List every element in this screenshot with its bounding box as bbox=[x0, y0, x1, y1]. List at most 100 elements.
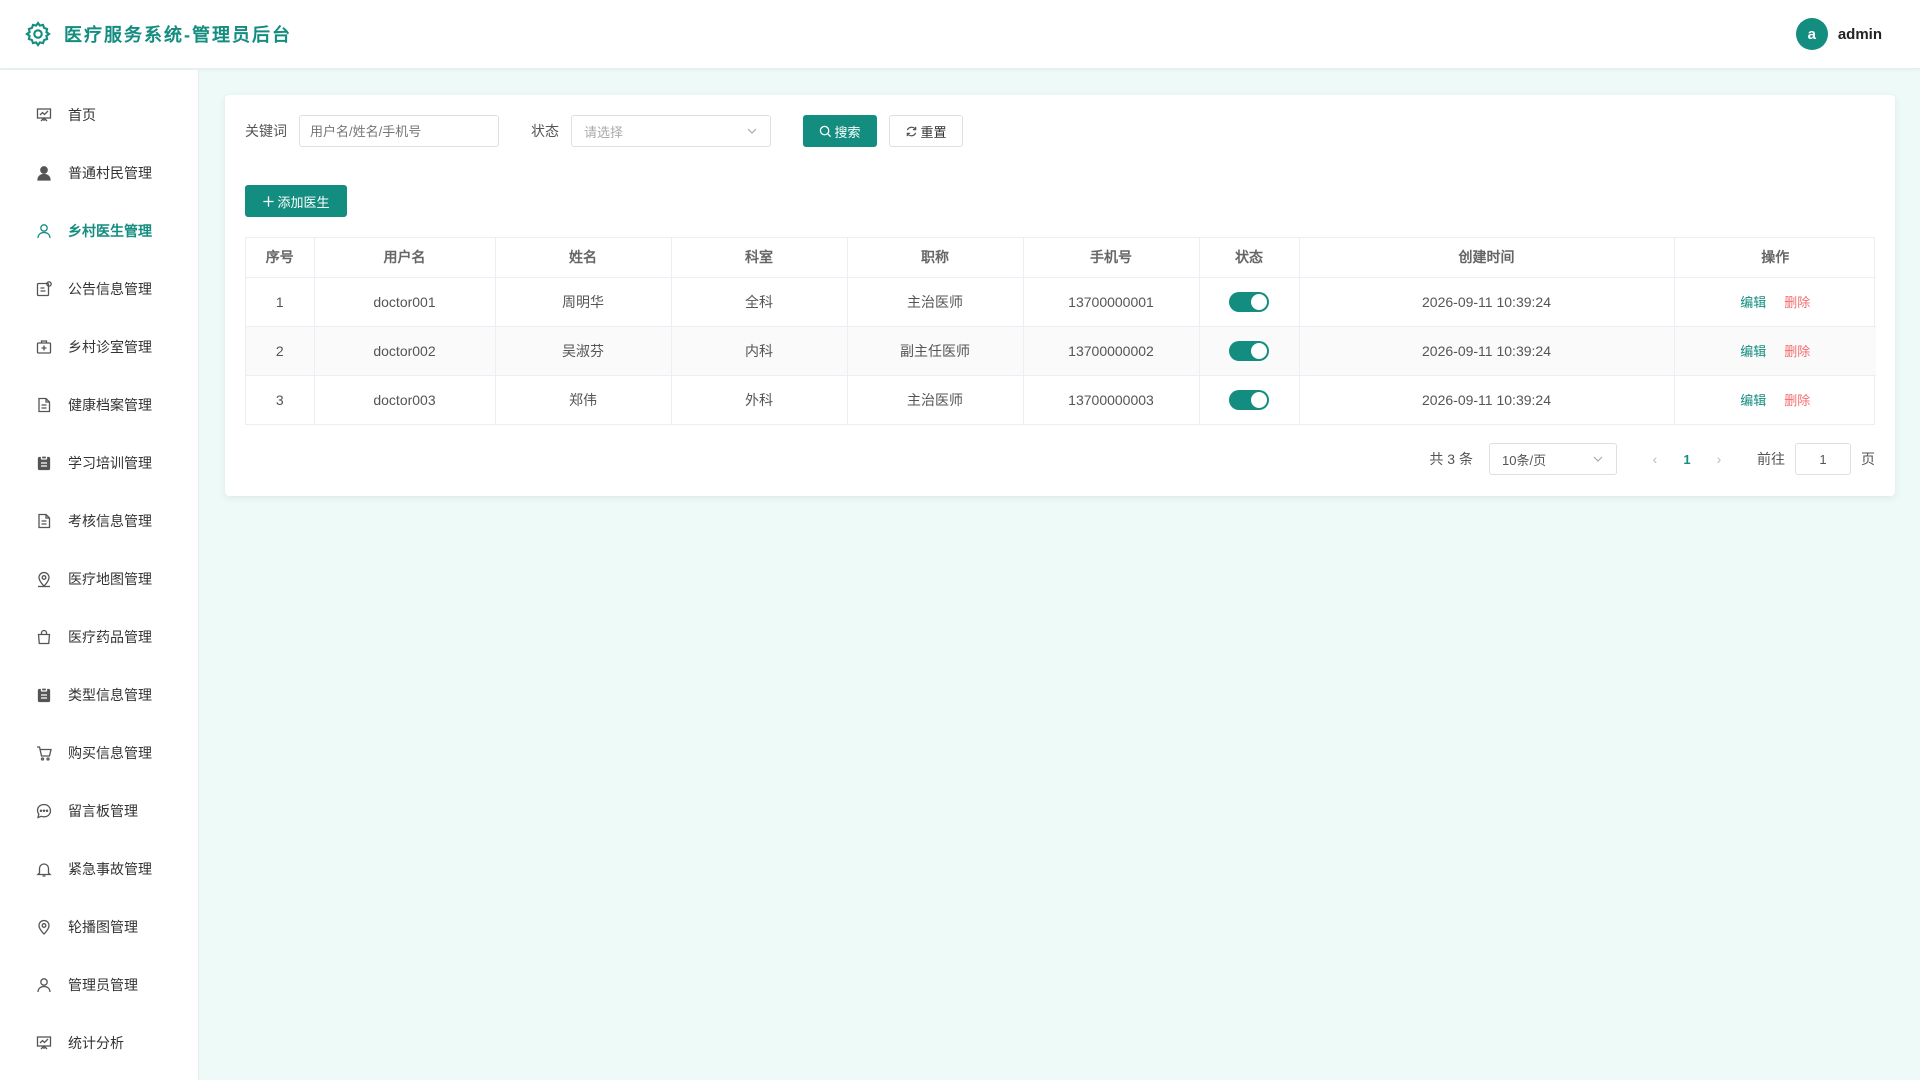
user-icon bbox=[37, 224, 51, 239]
search-button[interactable]: 搜索 bbox=[803, 115, 877, 147]
sidebar-item-9[interactable]: 医疗地图管理 bbox=[0, 550, 198, 608]
prev-page-button[interactable]: ‹ bbox=[1639, 451, 1671, 467]
status-select[interactable]: 请选择 bbox=[571, 115, 771, 147]
column-header: 科室 bbox=[671, 238, 848, 278]
table-row: 2 doctor002 吴淑芬 内科 副主任医师 13700000002 2026-09-1… bbox=[246, 326, 1876, 376]
sidebar-item-10[interactable]: 医疗药品管理 bbox=[0, 608, 198, 666]
sidebar-item-label: 留言板管理 bbox=[68, 803, 138, 819]
sidebar-item-5[interactable]: 乡村诊室管理 bbox=[0, 318, 198, 376]
delete-button[interactable]: 删除 bbox=[1784, 344, 1810, 359]
username[interactable]: admin bbox=[1838, 26, 1882, 43]
cell-department: 内科 bbox=[671, 326, 848, 376]
cell-name: 周明华 bbox=[495, 277, 672, 327]
sidebar-item-6[interactable]: 健康档案管理 bbox=[0, 376, 198, 434]
column-header: 序号 bbox=[246, 238, 315, 278]
bell-icon bbox=[36, 863, 52, 877]
cell-name: 吴淑芬 bbox=[495, 326, 672, 376]
sidebar-item-label: 医疗地图管理 bbox=[68, 571, 152, 587]
search-icon bbox=[820, 125, 832, 137]
sidebar-item-label: 健康档案管理 bbox=[68, 397, 152, 413]
column-header: 职称 bbox=[847, 238, 1024, 278]
status-toggle[interactable] bbox=[1229, 389, 1269, 410]
sidebar-item-label: 医疗药品管理 bbox=[68, 629, 152, 645]
edit-button[interactable]: 编辑 bbox=[1740, 393, 1766, 408]
edit-button[interactable]: 编辑 bbox=[1740, 344, 1766, 359]
sidebar-item-label: 轮播图管理 bbox=[68, 919, 138, 935]
sidebar-item-label: 公告信息管理 bbox=[68, 281, 152, 297]
goto-label: 前往 bbox=[1757, 451, 1785, 467]
page-size-value: 10条/页 bbox=[1502, 452, 1547, 468]
total-count: 共 3 条 bbox=[1429, 451, 1473, 467]
sidebar-item-7[interactable]: 学习培训管理 bbox=[0, 434, 198, 492]
page-title: 医疗服务系统-管理员后台 bbox=[64, 25, 292, 45]
column-header: 操作 bbox=[1674, 238, 1876, 278]
status-toggle[interactable] bbox=[1229, 340, 1269, 361]
sidebar-item-12[interactable]: 购买信息管理 bbox=[0, 724, 198, 782]
sidebar-item-label: 统计分析 bbox=[68, 1035, 124, 1051]
user-menu[interactable]: a admin bbox=[1795, 18, 1882, 50]
column-header: 手机号 bbox=[1023, 238, 1200, 278]
brand: 医疗服务系统-管理员后台 bbox=[24, 20, 292, 48]
sidebar-item-4[interactable]: 公告信息管理 bbox=[0, 260, 198, 318]
add-doctor-button[interactable]: 添加医生 bbox=[245, 185, 347, 217]
sidebar-item-label: 购买信息管理 bbox=[68, 745, 152, 761]
reset-button[interactable]: 重置 bbox=[889, 115, 963, 147]
sidebar-item-15[interactable]: 轮播图管理 bbox=[0, 898, 198, 956]
chat-icon bbox=[36, 803, 52, 819]
sidebar-item-label: 学习培训管理 bbox=[68, 455, 152, 471]
table-row: 3 doctor003 郑伟 外科 主治医师 13700000003 2026-09-11 … bbox=[246, 375, 1876, 424]
sidebar-item-13[interactable]: 留言板管理 bbox=[0, 782, 198, 840]
sidebar-item-3[interactable]: 乡村医生管理 bbox=[0, 202, 198, 260]
page-number[interactable]: 1 bbox=[1671, 452, 1703, 467]
sidebar-item-1[interactable]: 首页 bbox=[0, 86, 198, 144]
cell-created: 2026-09-11 10:39:24 bbox=[1299, 375, 1675, 424]
plus-icon bbox=[263, 195, 275, 207]
cell-created: 2026-09-11 10:39:24 bbox=[1299, 277, 1675, 327]
cell-actions: 编辑 删除 bbox=[1674, 277, 1876, 327]
goto-page-input[interactable] bbox=[1795, 443, 1851, 475]
cell-username: doctor003 bbox=[314, 375, 496, 424]
cell-department: 全科 bbox=[671, 277, 848, 327]
sidebar-item-2[interactable]: 普通村民管理 bbox=[0, 144, 198, 202]
avatar[interactable]: a bbox=[1795, 18, 1828, 50]
status-select-placeholder: 请选择 bbox=[584, 124, 624, 140]
column-header: 姓名 bbox=[495, 238, 672, 278]
cell-actions: 编辑 删除 bbox=[1674, 326, 1876, 376]
sidebar-item-16[interactable]: 管理员管理 bbox=[0, 956, 198, 1014]
doctor-table: 序号 用户名 姓名 科室 职称 手机号 状态 创建时间 操作 1 doctor001 周明华 全科 主治… bbox=[245, 237, 1876, 425]
cell-username: doctor001 bbox=[314, 277, 496, 327]
page-suffix: 页 bbox=[1861, 451, 1875, 467]
delete-button[interactable]: 删除 bbox=[1784, 295, 1810, 310]
status-toggle[interactable] bbox=[1229, 291, 1269, 312]
cell-title: 主治医师 bbox=[847, 375, 1024, 424]
location-icon bbox=[38, 571, 50, 588]
chevron-down-icon bbox=[1593, 456, 1603, 462]
add-doctor-button-label: 添加医生 bbox=[277, 194, 330, 210]
cell-phone: 13700000001 bbox=[1023, 277, 1200, 327]
sidebar-item-14[interactable]: 紧急事故管理 bbox=[0, 840, 198, 898]
keyword-input[interactable] bbox=[299, 115, 499, 147]
delete-button[interactable]: 删除 bbox=[1784, 393, 1810, 408]
cell-status bbox=[1199, 375, 1300, 424]
sidebar-item-17[interactable]: 统计分析 bbox=[0, 1014, 198, 1072]
clipboard-icon bbox=[37, 455, 51, 471]
cell-created: 2026-09-11 10:39:24 bbox=[1299, 326, 1675, 376]
cell-index: 1 bbox=[246, 277, 315, 327]
notice-icon bbox=[36, 281, 52, 297]
page-size-select[interactable]: 10条/页 bbox=[1489, 443, 1617, 475]
cell-actions: 编辑 删除 bbox=[1674, 375, 1876, 424]
clipboard-icon bbox=[37, 687, 51, 703]
first-aid-kit-icon bbox=[36, 340, 52, 354]
sidebar-item-8[interactable]: 考核信息管理 bbox=[0, 492, 198, 550]
refresh-icon bbox=[907, 126, 917, 136]
edit-button[interactable]: 编辑 bbox=[1740, 295, 1766, 310]
sidebar-item-label: 考核信息管理 bbox=[68, 513, 152, 529]
cell-status bbox=[1199, 277, 1300, 327]
cell-department: 外科 bbox=[671, 375, 848, 424]
cart-icon bbox=[37, 746, 52, 761]
reset-button-label: 重置 bbox=[920, 124, 947, 140]
sidebar-item-11[interactable]: 类型信息管理 bbox=[0, 666, 198, 724]
search-button-label: 搜索 bbox=[834, 124, 861, 140]
next-page-button[interactable]: › bbox=[1703, 451, 1735, 467]
chevron-down-icon bbox=[747, 128, 757, 134]
